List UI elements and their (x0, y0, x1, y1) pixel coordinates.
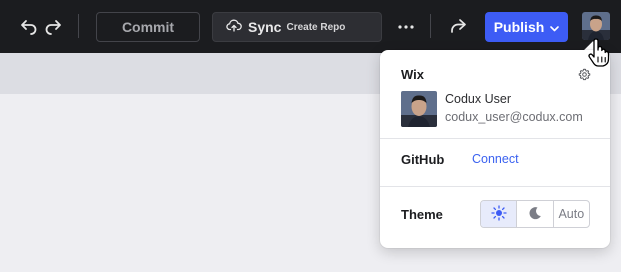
sync-button[interactable]: Sync Create Repo (212, 12, 382, 42)
moon-icon (528, 206, 542, 223)
undo-icon[interactable] (18, 15, 40, 37)
more-horizontal-icon[interactable] (395, 16, 417, 38)
sync-label: Sync (248, 19, 282, 35)
cloud-upload-icon (226, 17, 242, 38)
chevron-down-icon (550, 19, 560, 35)
menu-divider (380, 186, 610, 187)
publish-label: Publish (493, 19, 545, 35)
toolbar-divider (78, 14, 79, 38)
sync-sublabel: Create Repo (286, 21, 346, 33)
theme-dark-button[interactable] (517, 201, 554, 227)
github-section-title: GitHub (401, 152, 445, 167)
theme-selector: Auto (480, 200, 590, 228)
sun-icon (491, 204, 507, 224)
user-avatar (401, 91, 437, 127)
wix-section-title: Wix (401, 67, 424, 82)
hand-pointer-cursor (587, 38, 611, 73)
publish-button[interactable]: Publish (485, 12, 568, 42)
theme-section-title: Theme (401, 207, 443, 222)
avatar[interactable] (582, 12, 610, 40)
account-menu: Wix Codux User codux_user@codux.com GitH… (380, 50, 610, 248)
commit-button[interactable]: Commit (96, 12, 200, 42)
theme-light-button[interactable] (481, 201, 518, 227)
menu-divider (380, 138, 610, 139)
share-arrow-icon[interactable] (447, 15, 469, 37)
github-connect-link[interactable]: Connect (472, 152, 519, 166)
user-name: Codux User (445, 92, 511, 106)
redo-icon[interactable] (42, 15, 64, 37)
user-email: codux_user@codux.com (445, 110, 583, 124)
toolbar-divider (430, 14, 431, 38)
theme-auto-button[interactable]: Auto (554, 201, 589, 227)
top-toolbar: Commit Sync Create Repo Publish (0, 0, 621, 53)
